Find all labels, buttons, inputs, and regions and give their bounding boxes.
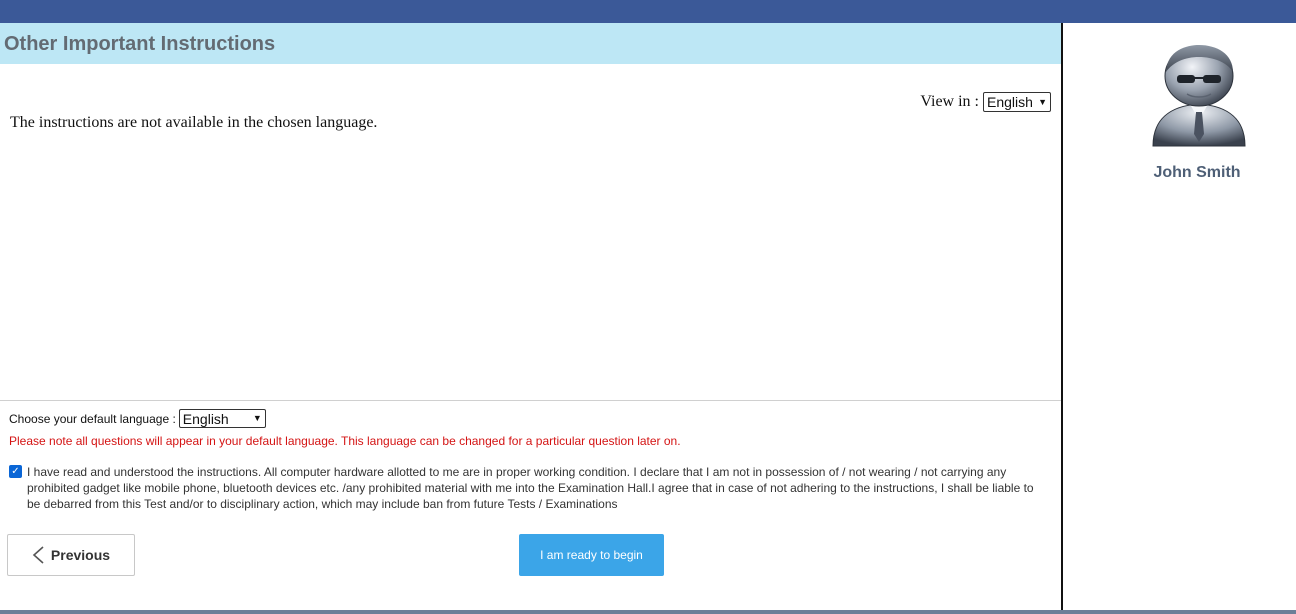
ready-to-begin-button[interactable]: I am ready to begin [519, 534, 664, 576]
previous-button-label: Previous [50, 547, 111, 563]
default-language-control: Choose your default language : English ▼ [9, 409, 266, 428]
user-avatar-icon [1152, 45, 1246, 147]
chevron-down-icon: ▼ [1038, 96, 1047, 107]
instructions-header: Other Important Instructions [0, 23, 1061, 64]
default-language-selected-value: English [182, 410, 229, 427]
agreement-row: ✓ I have read and understood the instruc… [9, 464, 1044, 512]
bottom-bar [0, 610, 1296, 614]
profile-panel: John Smith [1063, 23, 1296, 610]
page-title: Other Important Instructions [4, 33, 276, 55]
default-language-label: Choose your default language : [9, 411, 176, 426]
default-language-note: Please note all questions will appear in… [9, 434, 681, 448]
ready-to-begin-label: I am ready to begin [540, 548, 643, 562]
agreement-checkbox[interactable]: ✓ [9, 465, 22, 478]
instructions-text: The instructions are not available in th… [10, 114, 378, 131]
chevron-down-icon: ▼ [252, 413, 262, 423]
top-bar [0, 0, 1296, 23]
chevron-left-icon [32, 546, 44, 564]
user-name: John Smith [1153, 164, 1241, 181]
view-in-language-select[interactable]: English ▼ [983, 92, 1051, 112]
view-in-control: View in : English ▼ [920, 92, 1051, 112]
instructions-panel: Other Important Instructions View in : E… [0, 23, 1061, 611]
section-divider [0, 400, 1061, 401]
view-in-label: View in : [920, 93, 979, 110]
view-in-selected-value: English [987, 94, 1033, 110]
default-language-select[interactable]: English ▼ [178, 409, 266, 428]
agreement-text: I have read and understood the instructi… [27, 465, 1034, 511]
previous-button[interactable]: Previous [7, 534, 135, 576]
